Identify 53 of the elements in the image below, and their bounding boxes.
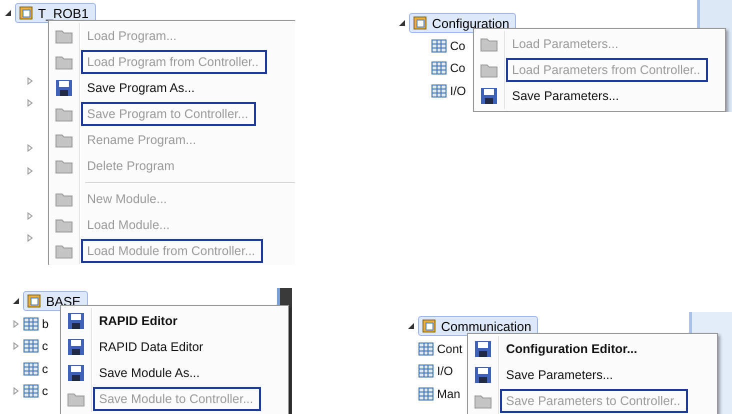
floppy-icon xyxy=(55,79,73,97)
table-icon xyxy=(418,386,434,402)
table-icon xyxy=(23,360,39,377)
menu-item[interactable]: Save Module As... xyxy=(63,360,286,386)
expand-icon[interactable] xyxy=(12,387,20,396)
expand-icon[interactable] xyxy=(26,166,34,175)
tree-item[interactable]: I/O xyxy=(450,84,466,98)
floppy-icon xyxy=(67,364,85,382)
tree-node[interactable]: Configuration xyxy=(409,13,516,34)
tree-node-icon xyxy=(412,15,428,32)
tree-item[interactable]: c xyxy=(42,384,48,398)
table-icon xyxy=(23,338,39,354)
tree-node-icon xyxy=(421,318,437,334)
table-icon xyxy=(23,316,39,332)
collapse-icon[interactable] xyxy=(4,9,12,18)
tree-item[interactable]: I/O xyxy=(437,364,454,378)
table-icon xyxy=(23,383,39,400)
table-icon xyxy=(431,38,447,54)
table-icon xyxy=(431,60,447,76)
expand-icon[interactable] xyxy=(12,320,20,328)
tree-item[interactable]: Man xyxy=(437,386,460,401)
tree-item[interactable]: Cont xyxy=(437,342,462,356)
menu-item[interactable]: Save Program As... xyxy=(51,75,295,101)
floppy-icon xyxy=(67,338,85,356)
menu-item[interactable]: Save Parameters... xyxy=(470,362,715,388)
tree-node[interactable]: Communication xyxy=(418,316,538,336)
tree-node-icon xyxy=(26,293,42,310)
tree-node-icon xyxy=(18,5,34,22)
collapse-icon[interactable] xyxy=(12,297,20,306)
expand-icon[interactable] xyxy=(26,99,34,108)
expand-icon[interactable] xyxy=(12,342,20,350)
menu-item[interactable]: RAPID Data Editor xyxy=(63,334,286,360)
expand-icon[interactable] xyxy=(26,234,34,242)
menu-item[interactable]: Save Parameters... xyxy=(476,83,723,109)
collapse-icon[interactable] xyxy=(398,19,406,28)
collapse-icon[interactable] xyxy=(407,322,415,330)
expand-icon[interactable] xyxy=(26,76,34,85)
floppy-icon xyxy=(480,87,498,105)
tree-item[interactable]: c xyxy=(42,339,48,354)
floppy-icon xyxy=(474,340,492,358)
table-icon xyxy=(418,363,434,380)
tree-node[interactable]: T_ROB1 xyxy=(15,3,96,24)
tree-item[interactable]: c xyxy=(42,362,48,376)
menu-item[interactable]: Configuration Editor... xyxy=(470,336,715,362)
expand-icon[interactable] xyxy=(26,212,34,220)
table-icon xyxy=(418,340,434,357)
table-icon xyxy=(431,82,447,99)
tree-item[interactable]: Co xyxy=(450,38,466,53)
floppy-icon xyxy=(67,312,85,330)
tree-item[interactable]: Co xyxy=(450,61,466,76)
tree-item[interactable]: b xyxy=(42,316,49,331)
expand-icon[interactable] xyxy=(26,144,34,152)
floppy-icon xyxy=(474,366,492,384)
